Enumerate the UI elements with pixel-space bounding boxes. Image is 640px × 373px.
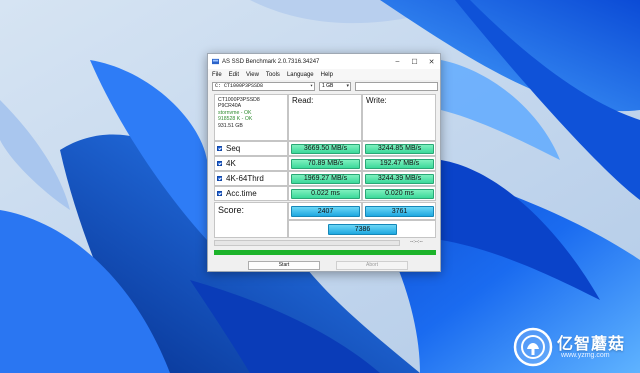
- write-score-value: 3761: [365, 206, 434, 217]
- seq-read-value: 3669.50 MB/s: [291, 144, 360, 154]
- 4k64-write-value: 3244.39 MB/s: [365, 174, 434, 184]
- acc-write-value: 0.020 ms: [365, 189, 434, 199]
- chevron-down-icon: ▾: [346, 83, 349, 89]
- toolbar: C: CT1000P3PSSD8 ▾ 1 GB ▾: [212, 82, 438, 91]
- start-button[interactable]: Start: [248, 261, 320, 270]
- write-header-label: Write:: [366, 96, 387, 105]
- checkbox-checked-icon[interactable]: [217, 191, 222, 196]
- seq-read-cell: 3669.50 MB/s: [288, 141, 362, 156]
- title-bar[interactable]: AS SSD Benchmark 2.0.7316.34247 – ☐ ✕: [208, 54, 440, 69]
- 4k64-write-cell: 3244.39 MB/s: [362, 171, 436, 186]
- menu-language[interactable]: Language: [287, 72, 314, 78]
- acc-write-cell: 0.020 ms: [362, 186, 436, 201]
- acc-read-value: 0.022 ms: [291, 189, 360, 199]
- total-score-cell: 7386: [288, 220, 436, 238]
- drive-info-panel: CT1000P3PSSD8 P9CR40A stornvme - OK 9185…: [214, 94, 288, 141]
- test-row-4k[interactable]: 4K: [214, 156, 288, 171]
- 4k-read-value: 70.89 MB/s: [291, 159, 360, 169]
- menu-view[interactable]: View: [246, 72, 259, 78]
- as-ssd-window: AS SSD Benchmark 2.0.7316.34247 – ☐ ✕ Fi…: [207, 53, 441, 272]
- read-score-value: 2407: [291, 206, 360, 217]
- 4k64-read-value: 1969.27 MB/s: [291, 174, 360, 184]
- test-size-value: 1 GB: [322, 83, 334, 89]
- test-row-4k-64thrd[interactable]: 4K-64Thrd: [214, 171, 288, 186]
- 4k-write-value: 192.47 MB/s: [365, 159, 434, 169]
- overall-progress-bar: [214, 250, 436, 255]
- score-label: Score:: [218, 205, 245, 215]
- menu-bar: File Edit View Tools Language Help: [208, 69, 440, 80]
- checkbox-checked-icon[interactable]: [217, 176, 222, 181]
- minimize-icon[interactable]: –: [389, 54, 406, 69]
- watermark-logo-icon: [513, 327, 553, 367]
- seq-write-value: 3244.85 MB/s: [365, 144, 434, 154]
- test-size-select[interactable]: 1 GB ▾: [319, 82, 351, 91]
- total-score-value: 7386: [328, 224, 397, 235]
- drive-capacity: 931.51 GB: [218, 122, 243, 129]
- test-label: Seq: [226, 144, 241, 153]
- 4k-read-cell: 70.89 MB/s: [288, 156, 362, 171]
- read-score-cell: 2407: [288, 202, 362, 220]
- menu-edit[interactable]: Edit: [229, 72, 239, 78]
- read-column-header: Read:: [288, 94, 362, 141]
- test-label: 4K: [226, 159, 236, 168]
- drive-select-value: C: CT1000P3PSSD8: [215, 83, 264, 89]
- menu-file[interactable]: File: [212, 72, 222, 78]
- test-row-acc-time[interactable]: Acc.time: [214, 186, 288, 201]
- test-row-seq[interactable]: Seq: [214, 141, 288, 156]
- overall-progress-fill: [214, 250, 436, 255]
- checkbox-checked-icon[interactable]: [217, 161, 222, 166]
- menu-help[interactable]: Help: [321, 72, 333, 78]
- abort-button[interactable]: Abort: [336, 261, 408, 270]
- test-label: Acc.time: [226, 189, 257, 198]
- write-score-cell: 3761: [362, 202, 436, 220]
- checkbox-checked-icon[interactable]: [217, 146, 222, 151]
- acc-read-cell: 0.022 ms: [288, 186, 362, 201]
- test-progress-track: [214, 240, 400, 246]
- watermark-url: www.yzmg.com: [561, 352, 610, 359]
- app-icon: [212, 58, 219, 65]
- maximize-icon[interactable]: ☐: [406, 54, 423, 69]
- write-column-header: Write:: [362, 94, 436, 141]
- score-label-cell: Score:: [214, 202, 288, 238]
- elapsed-time: --:--:--: [410, 239, 423, 245]
- read-header-label: Read:: [292, 96, 314, 105]
- watermark-brand: 亿智蘑菇: [557, 334, 626, 353]
- test-label: 4K-64Thrd: [226, 174, 264, 183]
- window-title: AS SSD Benchmark 2.0.7316.34247: [222, 58, 320, 65]
- 4k64-read-cell: 1969.27 MB/s: [288, 171, 362, 186]
- 4k-write-cell: 192.47 MB/s: [362, 156, 436, 171]
- close-icon[interactable]: ✕: [423, 54, 440, 69]
- toolbar-empty-field: [355, 82, 438, 91]
- seq-write-cell: 3244.85 MB/s: [362, 141, 436, 156]
- menu-tools[interactable]: Tools: [266, 72, 280, 78]
- drive-select[interactable]: C: CT1000P3PSSD8 ▾: [212, 82, 315, 91]
- chevron-down-icon: ▾: [309, 83, 313, 89]
